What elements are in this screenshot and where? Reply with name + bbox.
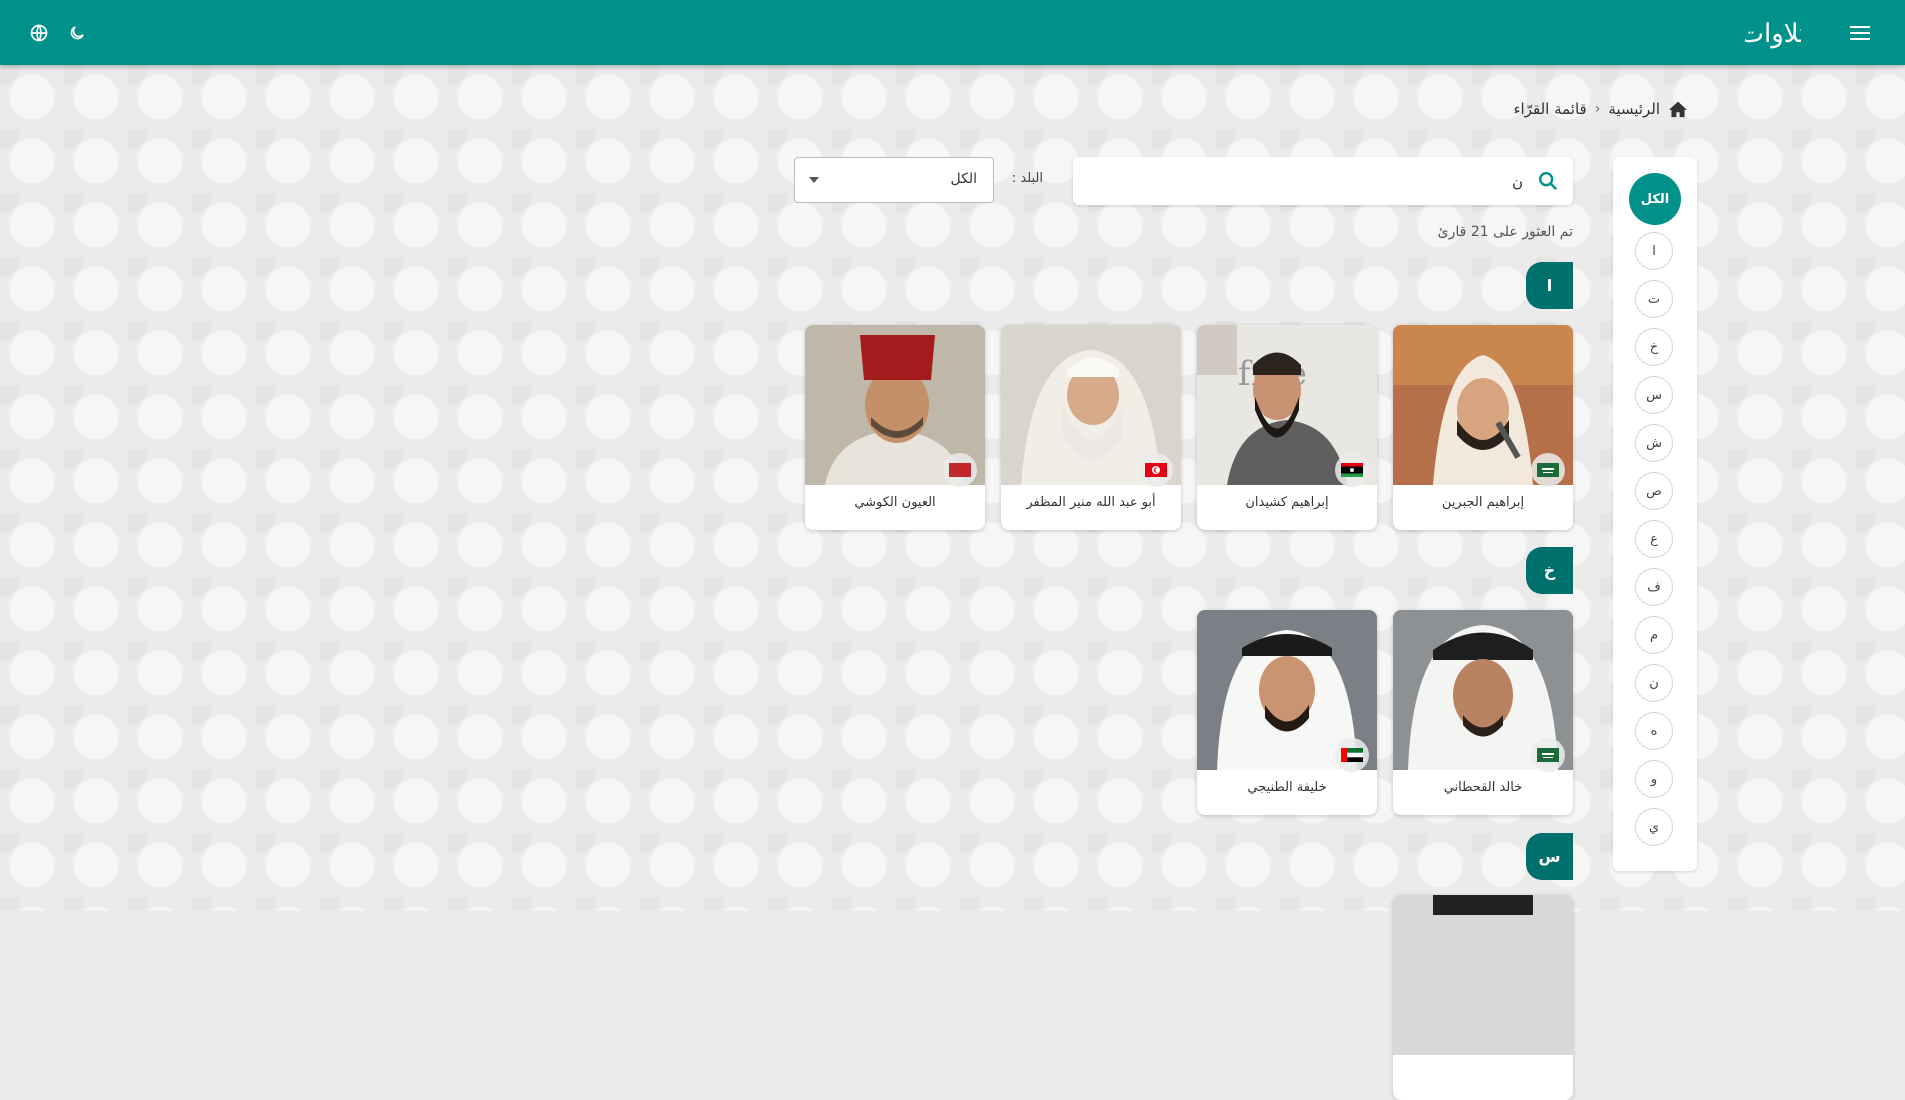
libya-flag-icon — [1341, 463, 1363, 477]
chevron-down-icon — [809, 177, 819, 183]
letter-button[interactable]: ي — [1635, 808, 1673, 846]
search-input[interactable] — [1091, 169, 1525, 195]
reciter-name: خالد القحطاني — [1443, 780, 1523, 795]
section-letter-badge: ا — [1526, 262, 1573, 309]
results-count: تم العثور على 21 قارئ — [1437, 224, 1573, 240]
language-button[interactable] — [24, 18, 54, 48]
reciter-name: إبراهيم كشيدان — [1245, 495, 1329, 510]
country-flag-badge — [1335, 453, 1369, 487]
saudi-arabia-flag-icon — [1537, 748, 1559, 762]
reciter-card[interactable]: العيون الكوشي — [805, 325, 985, 530]
letter-button[interactable]: ص — [1635, 472, 1673, 510]
hamburger-menu-icon — [1850, 26, 1870, 40]
country-flag-badge — [1139, 453, 1173, 487]
reciter-card[interactable]: خالد القحطاني — [1393, 610, 1573, 815]
reciter-photo — [1393, 895, 1573, 1055]
letter-button[interactable]: ش — [1635, 424, 1673, 462]
logo-text: تلاوات — [1745, 19, 1801, 49]
breadcrumb: الرئيسية ‹ قائمة القرّاء — [1513, 100, 1688, 118]
country-flag-badge — [1531, 453, 1565, 487]
reciter-name: أبو عبد الله منير المظفر — [1026, 495, 1156, 510]
letter-button[interactable]: ف — [1635, 568, 1673, 606]
letter-all-button[interactable]: الكل — [1629, 173, 1681, 225]
letter-button[interactable]: ن — [1635, 664, 1673, 702]
country-flag-badge — [1531, 738, 1565, 772]
letter-button[interactable]: س — [1635, 376, 1673, 414]
tunisia-flag-icon — [1145, 463, 1167, 477]
reciter-name: العيون الكوشي — [854, 495, 936, 510]
letter-button[interactable]: ه — [1635, 712, 1673, 750]
app-logo[interactable]: تلاوات — [1739, 12, 1806, 52]
dark-mode-button[interactable] — [62, 18, 92, 48]
letter-button[interactable]: م — [1635, 616, 1673, 654]
section-letter-badge: س — [1526, 833, 1573, 880]
search-box — [1073, 157, 1573, 205]
country-filter-label: البلد : — [1011, 171, 1043, 186]
country-flag-badge — [943, 453, 977, 487]
reciter-card[interactable]: خليفة الطنيجي — [1197, 610, 1377, 815]
reciter-card[interactable]: إبراهيم الجبرين — [1393, 325, 1573, 530]
uae-flag-icon — [1341, 748, 1363, 762]
top-app-bar: تلاوات — [0, 0, 1905, 65]
letter-button[interactable]: و — [1635, 760, 1673, 798]
saudi-arabia-flag-icon — [1537, 463, 1559, 477]
globe-icon — [30, 24, 48, 42]
country-select[interactable]: الكل — [794, 157, 994, 203]
country-flag-badge — [1335, 738, 1369, 772]
morocco-flag-icon — [949, 463, 971, 477]
reciter-card[interactable] — [1393, 895, 1573, 1100]
breadcrumb-home-link[interactable]: الرئيسية — [1608, 100, 1660, 118]
search-icon[interactable] — [1537, 170, 1559, 192]
letter-filter-sidebar: الكل ا ت خ س ش ص ع ف م ن ه و ي — [1613, 157, 1697, 871]
home-icon[interactable] — [1668, 100, 1688, 118]
menu-button[interactable] — [1845, 18, 1875, 48]
reciter-card[interactable]: free إبراهيم كشيدان — [1197, 325, 1377, 530]
moon-icon — [70, 26, 84, 40]
letter-button[interactable]: ع — [1635, 520, 1673, 558]
section-letter-badge: خ — [1526, 547, 1573, 594]
letter-button[interactable]: ت — [1635, 280, 1673, 318]
breadcrumb-separator: ‹ — [1594, 101, 1601, 117]
breadcrumb-current: قائمة القرّاء — [1513, 100, 1587, 118]
letter-button[interactable]: ا — [1635, 232, 1673, 270]
country-select-value: الكل — [950, 171, 978, 187]
letter-button[interactable]: خ — [1635, 328, 1673, 366]
reciter-name: خليفة الطنيجي — [1247, 780, 1327, 795]
reciter-card[interactable]: أبو عبد الله منير المظفر — [1001, 325, 1181, 530]
reciter-name: إبراهيم الجبرين — [1441, 495, 1525, 510]
